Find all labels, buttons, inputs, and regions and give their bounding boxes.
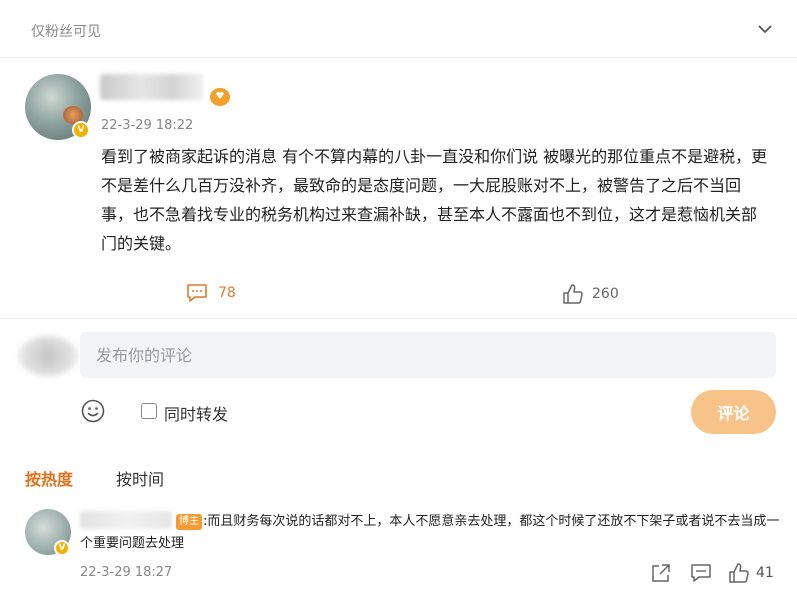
- smile-icon[interactable]: [80, 398, 106, 424]
- thumbs-up-icon: [563, 284, 583, 304]
- comment-count: 78: [218, 285, 236, 301]
- submit-comment-button[interactable]: 评论: [691, 390, 776, 434]
- post-header-bar: 仅粉丝可见: [0, 0, 797, 58]
- thumbs-up-icon[interactable]: [728, 562, 750, 584]
- like-button[interactable]: 260: [562, 282, 619, 306]
- tab-sort-hot[interactable]: 按热度: [25, 466, 73, 490]
- username-blurred[interactable]: [100, 74, 204, 100]
- post-body: 看到了被商家起诉的消息 有个不算内幕的八卦一直没和你们说 被曝光的那位重点不是避…: [101, 147, 768, 253]
- comment-input[interactable]: [80, 332, 776, 378]
- chevron-down-icon[interactable]: [756, 22, 774, 36]
- share-icon[interactable]: [650, 562, 672, 584]
- forward-label[interactable]: 同时转发: [164, 401, 228, 425]
- comment-icon: [187, 284, 207, 302]
- username-blurred[interactable]: [80, 511, 172, 529]
- like-count: 41: [756, 565, 774, 581]
- forward-checkbox[interactable]: [141, 403, 157, 419]
- author-badge: 博主: [176, 514, 202, 530]
- like-count: 260: [592, 286, 619, 302]
- verified-badge-icon: V: [54, 540, 70, 556]
- avatar: [18, 336, 78, 376]
- divider: [0, 57, 797, 58]
- comment-icon[interactable]: [690, 562, 712, 584]
- comment-button[interactable]: 78: [186, 282, 236, 304]
- fan-badge-icon: ♥: [210, 88, 230, 106]
- comment-actions: 41: [650, 562, 774, 584]
- comment-item: V :而且财务每次说的话都对不上，本人不愿意亲去处理，都这个时候了还放不下架子或…: [0, 505, 797, 596]
- reply-composer: 同时转发 评论: [0, 328, 797, 443]
- tab-sort-time[interactable]: 按时间: [116, 466, 164, 490]
- post-actions: 78 260: [0, 278, 797, 308]
- comment-timestamp: 22-3-29 18:27: [80, 565, 173, 580]
- post-timestamp: 22-3-29 18:22: [101, 118, 194, 133]
- verified-badge-icon: V: [72, 121, 90, 139]
- sort-tabs: 按热度 按时间: [0, 462, 797, 492]
- divider: [0, 318, 797, 319]
- visibility-label: 仅粉丝可见: [31, 24, 101, 40]
